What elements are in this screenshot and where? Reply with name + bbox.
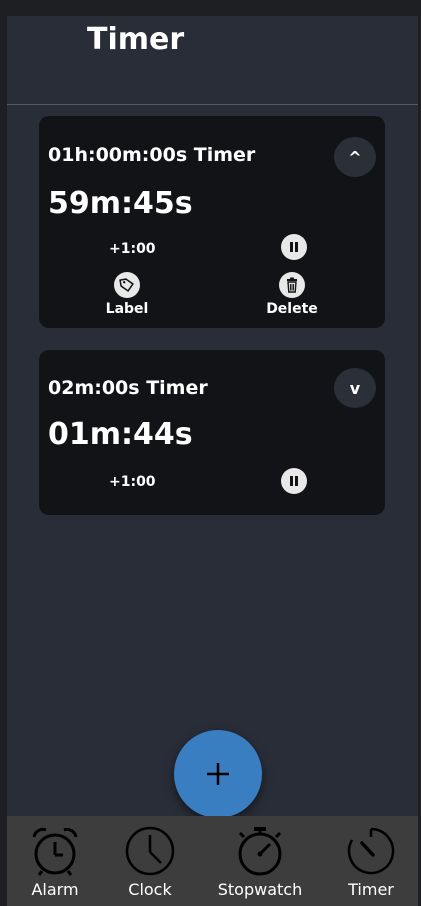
nav-label-clock: Clock (128, 880, 172, 899)
timer-remaining: 59m:45s (48, 186, 193, 221)
delete-button-text: Delete (266, 301, 318, 317)
pause-button[interactable] (281, 234, 307, 260)
plus-icon (207, 763, 229, 785)
add-minute-button[interactable]: +1:00 (109, 241, 156, 257)
nav-label-alarm: Alarm (31, 880, 79, 899)
add-timer-button[interactable] (174, 730, 262, 818)
label-button[interactable]: Label (82, 272, 172, 317)
timer-card: 01h:00m:00s Timer ^ 59m:45s +1:00 Label (39, 116, 385, 328)
collapse-button[interactable]: ^ (334, 137, 376, 177)
tag-icon (119, 278, 134, 292)
header-divider (7, 104, 418, 105)
label-button-text: Label (105, 301, 149, 317)
nav-item-clock[interactable]: Clock (105, 824, 195, 899)
delete-button[interactable]: Delete (247, 272, 337, 317)
pause-button[interactable] (281, 468, 307, 494)
page-title: Timer (87, 22, 185, 57)
nav-label-stopwatch: Stopwatch (217, 880, 303, 899)
bottom-nav: Alarm Clock Stopwatch Timer (7, 816, 418, 906)
clock-icon (125, 826, 175, 876)
nav-item-stopwatch[interactable]: Stopwatch (215, 824, 305, 899)
nav-item-alarm[interactable]: Alarm (10, 824, 100, 899)
timer-name: 01h:00m:00s Timer (48, 144, 256, 166)
timer-icon (347, 827, 395, 875)
expand-button[interactable]: v (334, 368, 376, 408)
nav-item-timer[interactable]: Timer (326, 824, 416, 899)
timer-name: 02m:00s Timer (48, 377, 208, 399)
trash-icon (287, 277, 297, 293)
pause-icon (290, 476, 298, 486)
alarm-clock-icon (32, 827, 78, 876)
nav-label-timer: Timer (348, 880, 394, 899)
add-minute-button[interactable]: +1:00 (109, 474, 156, 490)
pause-icon (290, 242, 298, 252)
timer-remaining: 01m:44s (48, 417, 193, 452)
app-screen: Timer 01h:00m:00s Timer ^ 59m:45s +1:00 … (7, 16, 418, 906)
timer-card: 02m:00s Timer v 01m:44s +1:00 (39, 350, 385, 515)
stopwatch-icon (238, 827, 282, 876)
status-bar (0, 0, 421, 16)
